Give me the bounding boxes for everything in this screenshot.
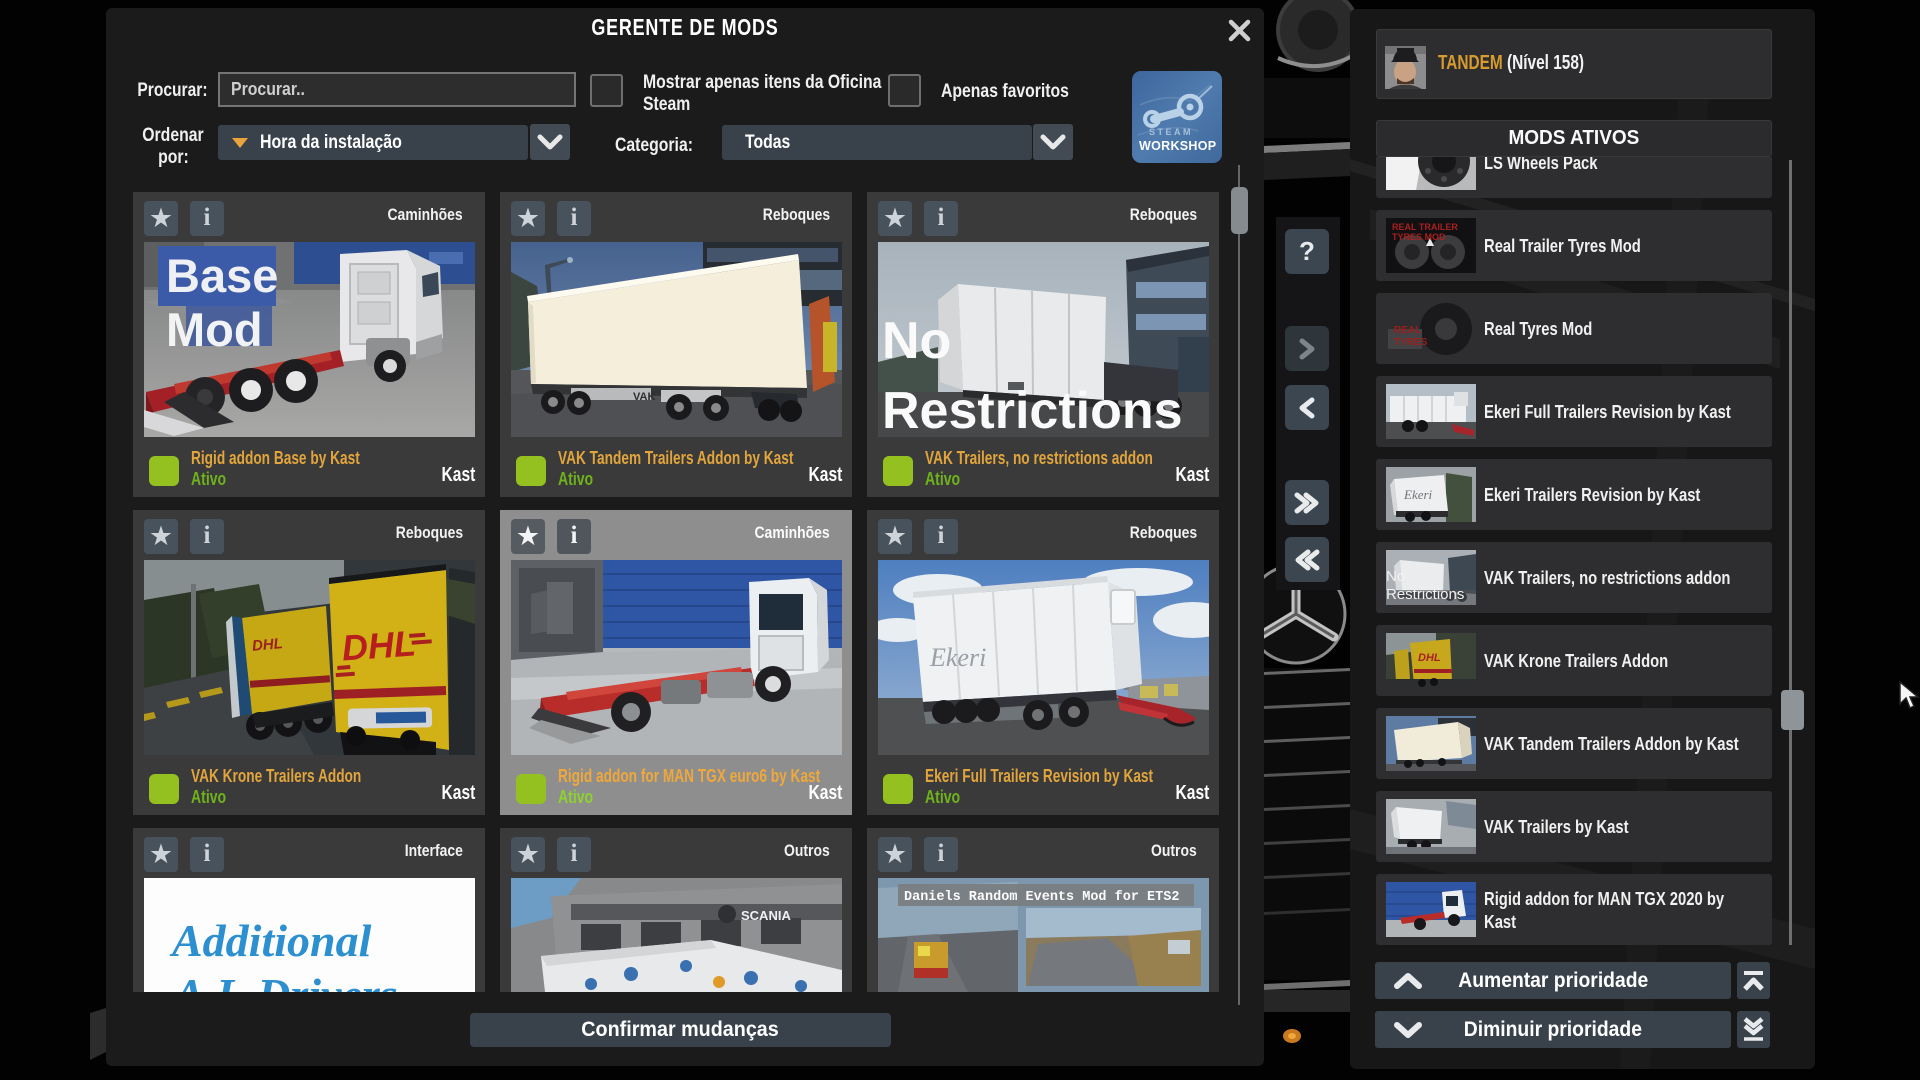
- svg-text:STEAM: STEAM: [1149, 127, 1193, 137]
- svg-text:TYRES MOD: TYRES MOD: [1392, 232, 1446, 242]
- svg-text:VAK: VAK: [633, 391, 655, 403]
- svg-text:REAL TRAILER: REAL TRAILER: [1392, 222, 1458, 232]
- svg-text:A.I. Drivers: A.I. Drivers: [171, 969, 398, 992]
- svg-text:Mod: Mod: [166, 303, 263, 356]
- svg-text:No: No: [882, 312, 951, 370]
- svg-text:DHL: DHL: [340, 622, 417, 668]
- svg-text:Base: Base: [166, 249, 278, 302]
- svg-text:WORKSHOP: WORKSHOP: [1139, 139, 1216, 153]
- svg-text:SCANIA: SCANIA: [741, 908, 791, 923]
- svg-text:REAL: REAL: [1394, 325, 1421, 336]
- svg-text:Daniels Random Events Mod for: Daniels Random Events Mod for ETS2: [904, 890, 1179, 905]
- svg-text:DHL: DHL: [1418, 652, 1441, 664]
- svg-text:Additional: Additional: [169, 915, 372, 966]
- svg-text:TYRES: TYRES: [1394, 337, 1428, 348]
- svg-text:Ekeri: Ekeri: [1403, 487, 1433, 502]
- svg-text:Restrictions: Restrictions: [882, 382, 1183, 437]
- svg-text:DHL: DHL: [251, 635, 283, 655]
- svg-text:Ekeri: Ekeri: [929, 643, 986, 672]
